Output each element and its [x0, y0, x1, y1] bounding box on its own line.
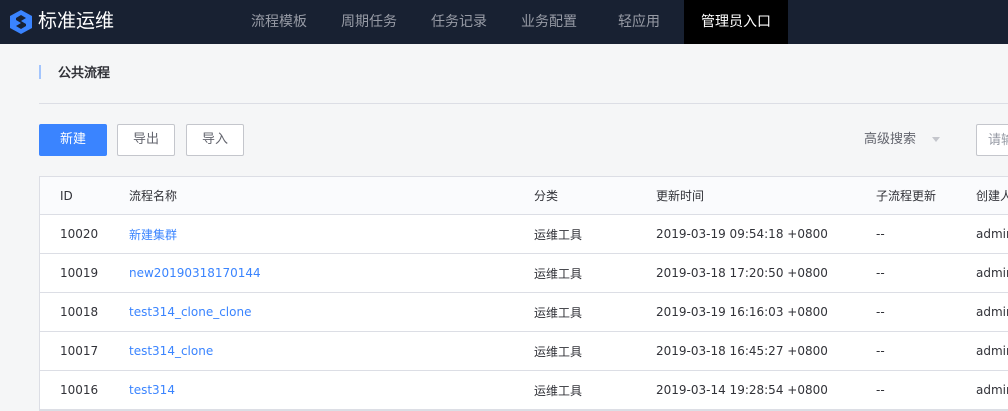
cell-updated-time: 2019-03-19 16:16:03 +0800 — [656, 305, 828, 319]
flow-name-link[interactable]: 新建集群 — [129, 215, 177, 253]
cell-subflow-update: -- — [876, 266, 885, 280]
column-header-category[interactable]: 分类 — [534, 177, 558, 214]
table-row[interactable]: 10019 new20190318170144 运维工具 2019-03-18 … — [40, 254, 1008, 293]
nav-item-flow-templates[interactable]: 流程模板 — [251, 0, 307, 44]
page-title: 公共流程 — [58, 66, 111, 81]
cell-creator: admin — [976, 227, 1008, 241]
cell-category: 运维工具 — [534, 305, 583, 320]
nav-item-light-apps[interactable]: 轻应用 — [618, 0, 660, 44]
cell-subflow-update: -- — [876, 344, 885, 358]
nav-item-business-config[interactable]: 业务配置 — [521, 0, 577, 44]
table-row[interactable]: 10018 test314_clone_clone 运维工具 2019-03-1… — [40, 293, 1008, 332]
flow-name-link[interactable]: test314_clone_clone — [129, 293, 251, 331]
table-row[interactable]: 10017 test314_clone 运维工具 2019-03-18 16:4… — [40, 332, 1008, 371]
new-button[interactable]: 新建 — [39, 124, 107, 156]
column-header-updated[interactable]: 更新时间 — [656, 177, 704, 214]
cell-id: 10019 — [60, 266, 99, 280]
cell-id: 10018 — [60, 305, 99, 319]
top-navigation-bar: 标准运维 流程模板 周期任务 任务记录 业务配置 轻应用 管理员入口 — [0, 0, 1008, 44]
cell-creator: admin — [976, 266, 1008, 280]
page-header: 公共流程 — [39, 65, 1008, 104]
cell-category: 运维工具 — [534, 344, 583, 359]
flow-table: ID 流程名称 分类 更新时间 子流程更新 创建人 10020 新建集群 运维工… — [39, 176, 1008, 411]
cell-updated-time: 2019-03-19 09:54:18 +0800 — [656, 227, 828, 241]
import-button[interactable]: 导入 — [186, 124, 244, 156]
nav-item-periodic-tasks[interactable]: 周期任务 — [341, 0, 397, 44]
cell-creator: admin — [976, 383, 1008, 397]
cell-updated-time: 2019-03-14 19:28:54 +0800 — [656, 383, 828, 397]
flow-name-link[interactable]: test314 — [129, 371, 175, 409]
app-title: 标准运维 — [38, 10, 115, 32]
cell-creator: admin — [976, 344, 1008, 358]
search-input[interactable] — [976, 124, 1008, 156]
cell-category: 运维工具 — [534, 383, 583, 398]
column-header-creator[interactable]: 创建人 — [976, 177, 1008, 214]
cell-id: 10020 — [60, 227, 99, 241]
advanced-search-toggle[interactable]: 高级搜索 — [864, 124, 916, 156]
column-header-subflow-update[interactable]: 子流程更新 — [876, 177, 936, 214]
title-accent-bar — [39, 65, 41, 79]
table-row[interactable]: 10016 test314 运维工具 2019-03-14 19:28:54 +… — [40, 371, 1008, 410]
cell-subflow-update: -- — [876, 305, 885, 319]
table-header-row: ID 流程名称 分类 更新时间 子流程更新 创建人 — [40, 177, 1008, 215]
cell-id: 10017 — [60, 344, 99, 358]
cell-updated-time: 2019-03-18 16:45:27 +0800 — [656, 344, 828, 358]
cell-creator: admin — [976, 305, 1008, 319]
column-header-name[interactable]: 流程名称 — [129, 177, 177, 214]
nav-item-admin-entry[interactable]: 管理员入口 — [684, 0, 788, 44]
flow-name-link[interactable]: test314_clone — [129, 332, 213, 370]
export-button[interactable]: 导出 — [117, 124, 175, 156]
column-header-id[interactable]: ID — [60, 177, 73, 214]
app-logo-icon — [10, 10, 32, 34]
cell-id: 10016 — [60, 383, 99, 397]
cell-category: 运维工具 — [534, 266, 583, 281]
table-row[interactable]: 10020 新建集群 运维工具 2019-03-19 09:54:18 +080… — [40, 215, 1008, 254]
cell-subflow-update: -- — [876, 227, 885, 241]
cell-updated-time: 2019-03-18 17:20:50 +0800 — [656, 266, 828, 280]
cell-subflow-update: -- — [876, 383, 885, 397]
flow-name-link[interactable]: new20190318170144 — [129, 254, 261, 292]
nav-item-task-records[interactable]: 任务记录 — [431, 0, 487, 44]
chevron-down-icon[interactable] — [932, 137, 940, 142]
cell-category: 运维工具 — [534, 227, 583, 242]
